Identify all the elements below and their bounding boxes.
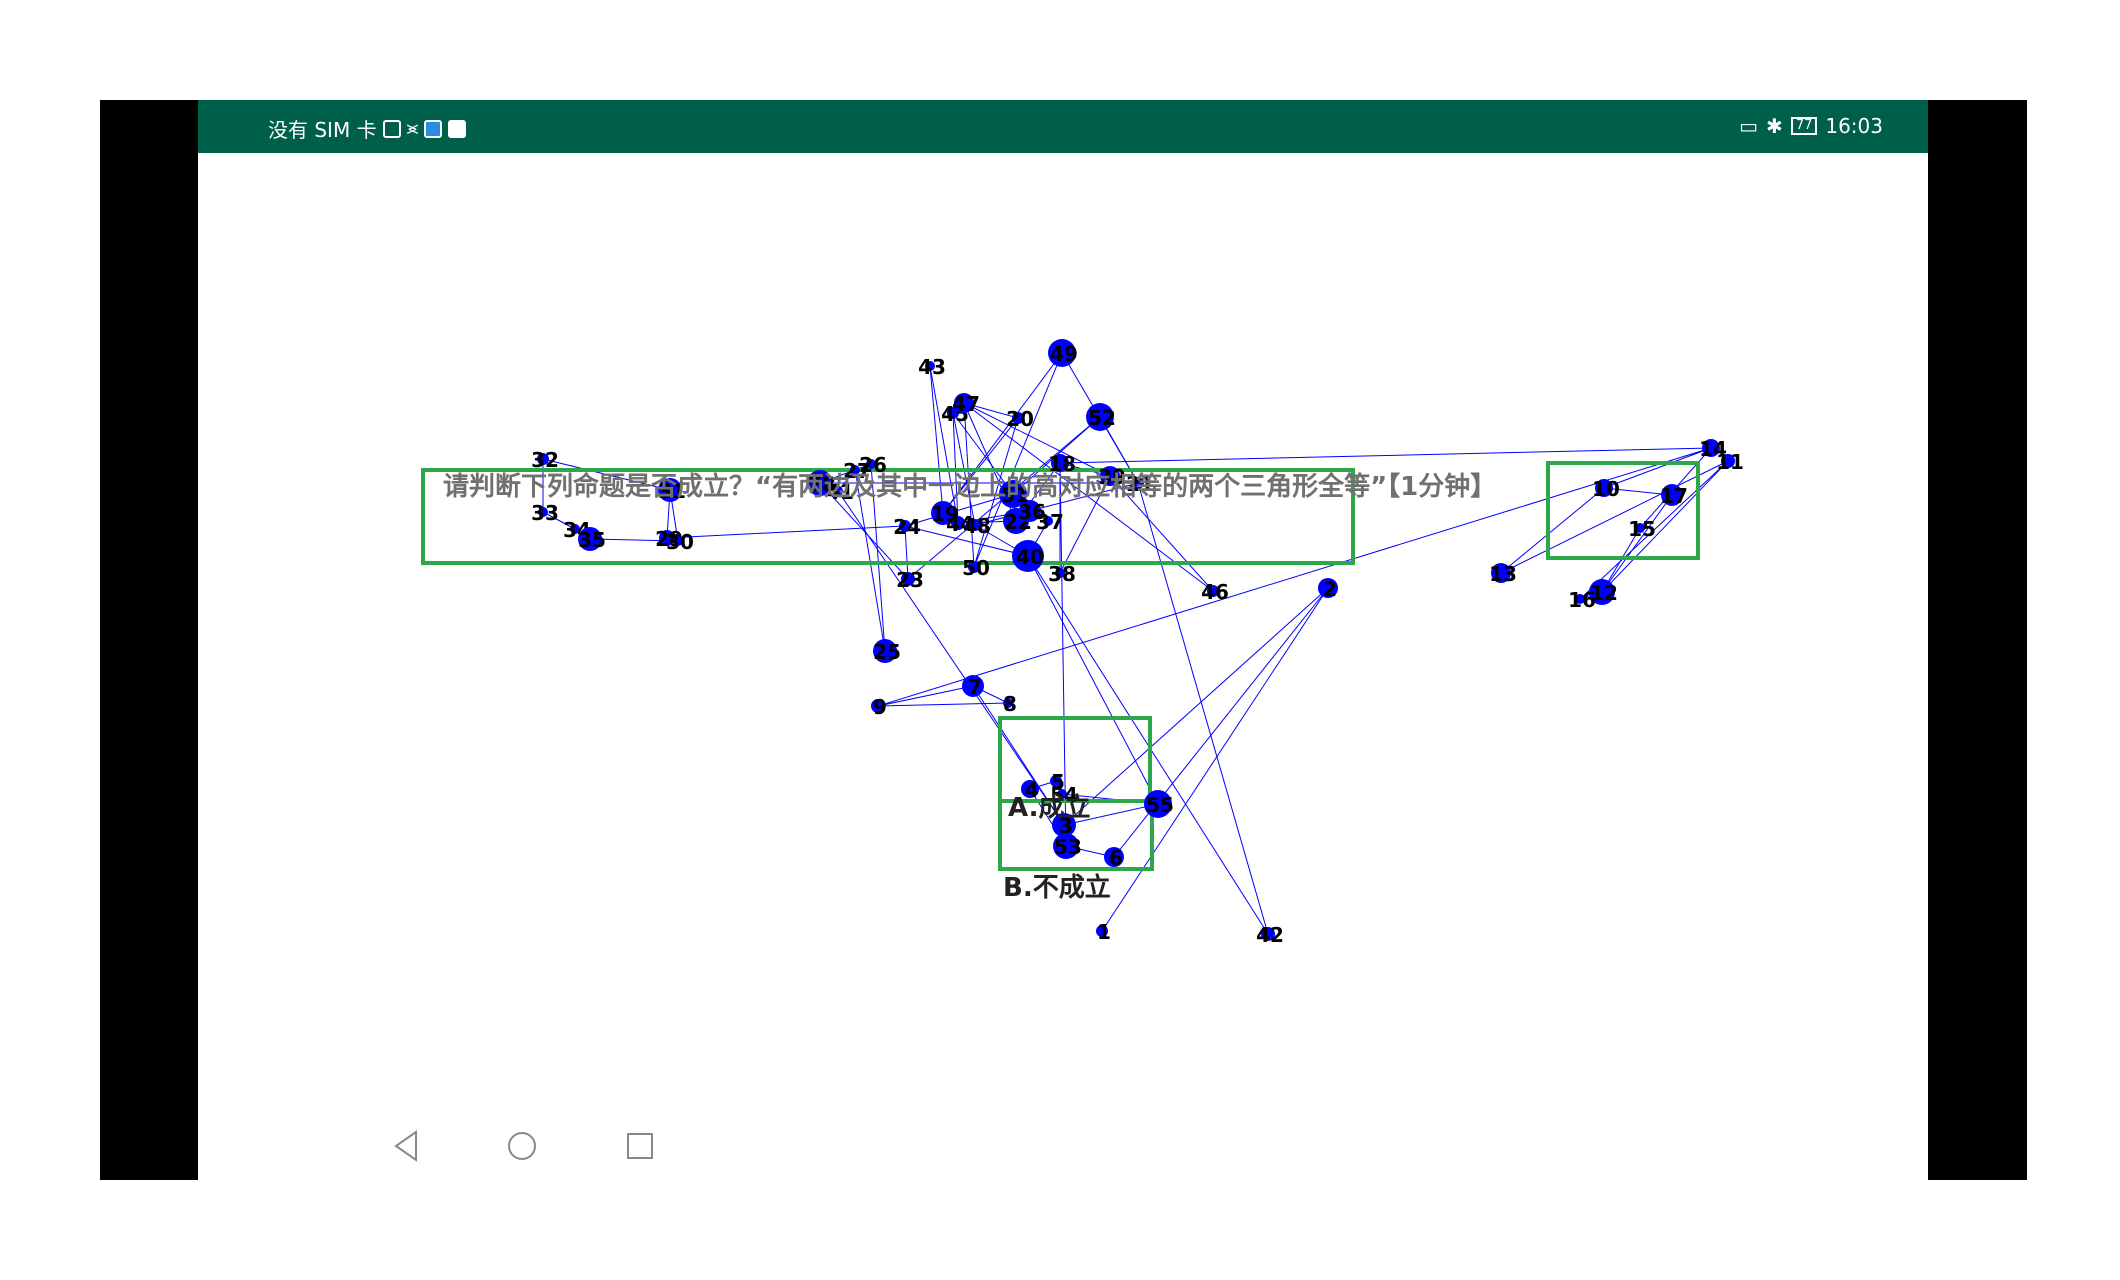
graph-node-label: 46 xyxy=(1201,580,1229,604)
graph-edge xyxy=(1027,555,1159,805)
graph-node-label: 47 xyxy=(952,392,980,416)
graph-edge xyxy=(877,685,974,707)
status-left: 没有 SIM 卡 ⪤ xyxy=(268,114,467,143)
graph-node-label: 43 xyxy=(918,355,946,379)
graph-node-label: 9 xyxy=(873,695,887,719)
graph-node-label: 30 xyxy=(666,530,694,554)
graph-node-label: 52 xyxy=(1088,406,1116,430)
graph-node-label: 38 xyxy=(1048,562,1076,586)
graph-node-label: 53 xyxy=(1054,835,1082,859)
graph-node-label: 7 xyxy=(968,675,982,699)
sim-card-icon xyxy=(382,119,401,138)
clock: 16:03 xyxy=(1825,114,1883,138)
graph-node-label: 1 xyxy=(1097,920,1111,944)
graph-node-label: 50 xyxy=(962,556,990,580)
graph-node-label: 6 xyxy=(1109,846,1123,870)
wifi-icon: ⪤ xyxy=(406,118,419,139)
status-right: ▭ ✱ 77 16:03 xyxy=(1739,114,1883,138)
graph-node-label: 55 xyxy=(1146,793,1174,817)
graph-edge xyxy=(1101,587,1329,932)
graph-edge xyxy=(1601,494,1673,593)
graph-edge xyxy=(1601,460,1729,593)
graph-edge xyxy=(1063,587,1329,826)
sim-status-text: 没有 SIM 卡 xyxy=(268,118,377,142)
content-area: 1 2 3 4 5 6 7 8 9 10 11 12 13 14 15 16 17 18 19 20 21 22 23 24 2… xyxy=(198,153,1928,1180)
option-b-label[interactable]: B.不成立 xyxy=(1003,867,1111,904)
recents-square-icon[interactable] xyxy=(620,1126,660,1166)
info-notification-icon xyxy=(448,119,467,138)
graph-node-label: 14 xyxy=(1699,437,1727,461)
graph-node-label: 10 xyxy=(1592,477,1620,501)
cast-icon: ▭ xyxy=(1739,114,1759,138)
bluetooth-icon: ✱ xyxy=(1766,114,1783,138)
graph-edge xyxy=(1500,487,1605,574)
graph-node-label: 8 xyxy=(1003,692,1017,716)
graph-node-label: 2 xyxy=(1323,577,1337,601)
graph-node-label: 48 xyxy=(963,514,991,538)
app-notification-icon xyxy=(424,119,443,138)
graph-node-label: 20 xyxy=(1006,407,1034,431)
battery-icon: 77 xyxy=(1790,117,1818,135)
graph-overlay: 1234 567891011121314151617181920212223242… xyxy=(421,339,1744,947)
graph-edge xyxy=(1603,447,1712,489)
graph-node-label: 35 xyxy=(578,528,606,552)
back-triangle-icon[interactable] xyxy=(386,1126,426,1166)
graph-node-label: 42 xyxy=(1256,923,1284,947)
status-bar: 没有 SIM 卡 ⪤ ▭ ✱ 77 16:03 xyxy=(198,100,1928,153)
graph-node-label: 17 xyxy=(1660,484,1688,508)
graph-node-label: 25 xyxy=(873,640,901,664)
graph-node-label: 16 xyxy=(1568,588,1596,612)
home-circle-icon[interactable] xyxy=(502,1126,542,1166)
graph-node-label: 13 xyxy=(1489,562,1517,586)
graph-node-label: 37 xyxy=(1036,510,1064,534)
graph-node-label: 40 xyxy=(1016,545,1044,569)
option-a-label[interactable]: A.成立 xyxy=(1008,787,1090,824)
graph-node-label: 49 xyxy=(1050,342,1078,366)
phone-screen: 没有 SIM 卡 ⪤ ▭ ✱ 77 16:03 1 2 3 4 5 6 7 8 9 10 11 12 1… xyxy=(198,100,1928,1180)
question-text: 请判断下列命题是否成立？“有两边及其中一边上的高对应相等的两个三角形全等”【1分… xyxy=(443,472,1497,502)
graph-node-label: 24 xyxy=(893,515,921,539)
graph-edge xyxy=(877,702,1009,707)
graph-node-label: 33 xyxy=(531,501,559,525)
graph-node-label: 23 xyxy=(896,568,924,592)
graph-edge xyxy=(1059,447,1712,464)
graph-node-label: 15 xyxy=(1628,517,1656,541)
